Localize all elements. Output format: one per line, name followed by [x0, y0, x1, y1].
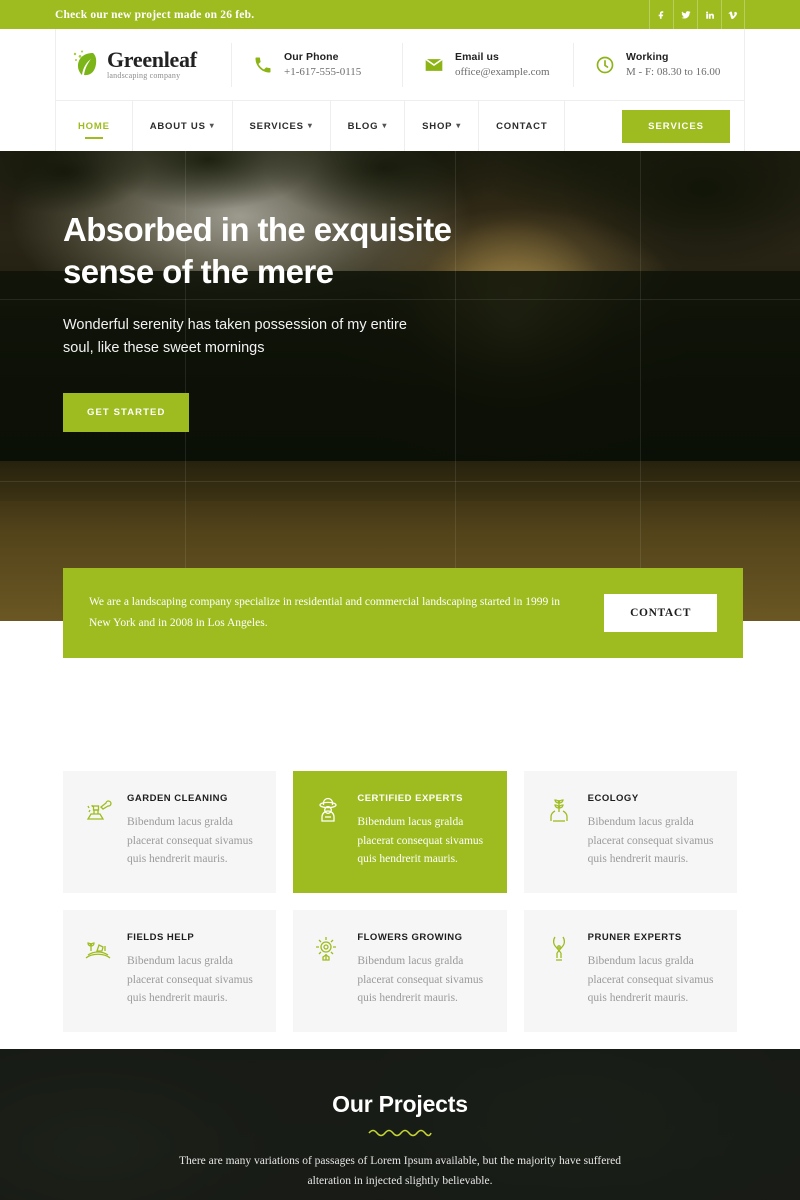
working-label: Working: [626, 51, 669, 63]
sprinkler-icon: [83, 793, 113, 869]
get-started-button[interactable]: GET STARTED: [63, 393, 190, 433]
leaf-icon: [70, 48, 100, 82]
nav-item-about-us[interactable]: ABOUT US ▾: [133, 101, 233, 151]
flower-icon: [313, 932, 343, 1008]
feature-card-ecology[interactable]: ECOLOGY Bibendum lacus gralda placerat c…: [523, 771, 737, 893]
feature-card-fields-help[interactable]: FIELDS HELP Bibendum lacus gralda placer…: [63, 909, 277, 1032]
field-icon: [83, 932, 113, 1008]
header-working-hours: Working M - F: 08.30 to 16.00: [573, 42, 744, 87]
site-logo[interactable]: Greenleaf landscaping company: [56, 48, 231, 82]
phone-value: +1-617-555-0115: [284, 66, 362, 78]
site-header: Greenleaf landscaping company Our Phone …: [55, 29, 745, 151]
nav-item-services[interactable]: SERVICES ▾: [233, 101, 331, 151]
header-info-row: Greenleaf landscaping company Our Phone …: [56, 29, 744, 101]
chevron-down-icon: ▾: [456, 121, 462, 130]
gardener-icon: [313, 793, 343, 869]
feature-title: ECOLOGY: [587, 793, 639, 804]
nav-label-services: SERVICES: [249, 120, 304, 132]
projects-title: Our Projects: [332, 1090, 468, 1117]
main-navigation: HOME ABOUT US ▾ SERVICES ▾ BLOG ▾ SHOP ▾…: [56, 101, 744, 151]
hero-subtitle: Wonderful serenity has taken possession …: [63, 317, 407, 356]
top-announcement-bar: Check our new project made on 26 feb.: [0, 0, 800, 29]
feature-card-garden-cleaning[interactable]: GARDEN CLEANING Bibendum lacus gralda pl…: [63, 771, 277, 893]
nav-item-blog[interactable]: BLOG ▾: [331, 101, 406, 151]
services-cta-button[interactable]: SERVICES: [622, 109, 730, 143]
linkedin-icon[interactable]: [697, 0, 721, 29]
phone-label: Our Phone: [284, 51, 339, 63]
feature-title: CERTIFIED EXPERTS: [357, 793, 463, 804]
features-section: GARDEN CLEANING Bibendum lacus gralda pl…: [0, 771, 800, 1032]
feature-card-flowers-growing[interactable]: FLOWERS GROWING Bibendum lacus gralda pl…: [293, 909, 507, 1032]
nav-label-home: HOME: [78, 120, 110, 132]
feature-title: PRUNER EXPERTS: [587, 931, 682, 943]
nav-label-contact: CONTACT: [496, 120, 548, 132]
email-label: Email us: [455, 51, 499, 63]
nav-item-contact[interactable]: CONTACT: [479, 101, 566, 151]
contact-button[interactable]: CONTACT: [604, 594, 717, 632]
working-value: M - F: 08.30 to 16.00: [626, 66, 721, 78]
header-email[interactable]: Email us office@example.com: [402, 42, 573, 87]
squiggle-divider: [368, 1129, 432, 1137]
nav-item-shop[interactable]: SHOP ▾: [405, 101, 480, 151]
hero-content: Absorbed in the exquisite sense of the m…: [63, 209, 493, 433]
hero-title: Absorbed in the exquisite sense of the m…: [63, 211, 452, 290]
phone-icon: [252, 54, 274, 76]
feature-title: FIELDS HELP: [127, 931, 195, 943]
projects-content: Our Projects There are many variations o…: [0, 1049, 800, 1200]
facebook-icon[interactable]: [649, 0, 673, 29]
callout-text: We are a landscaping company specialize …: [89, 595, 561, 629]
pruner-icon: [544, 932, 574, 1008]
email-value: office@example.com: [455, 66, 550, 78]
nav-label-shop: SHOP: [422, 120, 453, 132]
nav-item-home[interactable]: HOME: [56, 101, 133, 151]
features-row-2: FIELDS HELP Bibendum lacus gralda placer…: [63, 909, 737, 1032]
header-phone[interactable]: Our Phone +1-617-555-0115: [231, 42, 402, 87]
feature-card-pruner-experts[interactable]: PRUNER EXPERTS Bibendum lacus gralda pla…: [523, 909, 737, 1032]
feature-title: GARDEN CLEANING: [127, 793, 228, 804]
feature-body: Bibendum lacus gralda placerat consequat…: [127, 816, 253, 866]
chevron-down-icon: ▾: [307, 121, 313, 130]
feature-body: Bibendum lacus gralda placerat consequat…: [587, 816, 714, 866]
chevron-down-icon: ▾: [382, 121, 388, 130]
logo-title: Greenleaf: [107, 47, 197, 72]
chevron-down-icon: ▾: [209, 121, 215, 130]
twitter-icon[interactable]: [673, 0, 697, 29]
feature-title: FLOWERS GROWING: [357, 931, 463, 943]
social-links: [649, 0, 745, 29]
nav-list: HOME ABOUT US ▾ SERVICES ▾ BLOG ▾ SHOP ▾…: [56, 101, 566, 151]
intro-callout-banner: We are a landscaping company specialize …: [63, 568, 743, 658]
announcement-text: Check our new project made on 26 feb.: [55, 8, 255, 21]
nav-label-blog: BLOG: [347, 120, 379, 132]
feature-card-certified-experts[interactable]: CERTIFIED EXPERTS Bibendum lacus gralda …: [293, 771, 507, 893]
hero-banner: Absorbed in the exquisite sense of the m…: [0, 151, 800, 621]
clock-icon: [594, 54, 616, 76]
vimeo-icon[interactable]: [721, 0, 745, 29]
feature-body: Bibendum lacus gralda placerat consequat…: [587, 954, 714, 1005]
feature-body: Bibendum lacus gralda placerat consequat…: [127, 954, 253, 1005]
projects-description: There are many variations of passages of…: [178, 1154, 622, 1187]
envelope-icon: [423, 54, 445, 76]
hands-plant-icon: [544, 793, 574, 869]
feature-body: Bibendum lacus gralda placerat consequat…: [357, 816, 484, 866]
projects-section: Our Projects There are many variations o…: [0, 1048, 800, 1200]
features-row-1: GARDEN CLEANING Bibendum lacus gralda pl…: [63, 771, 737, 893]
feature-body: Bibendum lacus gralda placerat consequat…: [357, 954, 484, 1005]
nav-label-about-us: ABOUT US: [149, 120, 206, 132]
logo-subtitle: landscaping company: [107, 71, 181, 80]
nav-active-underline: [84, 137, 103, 139]
